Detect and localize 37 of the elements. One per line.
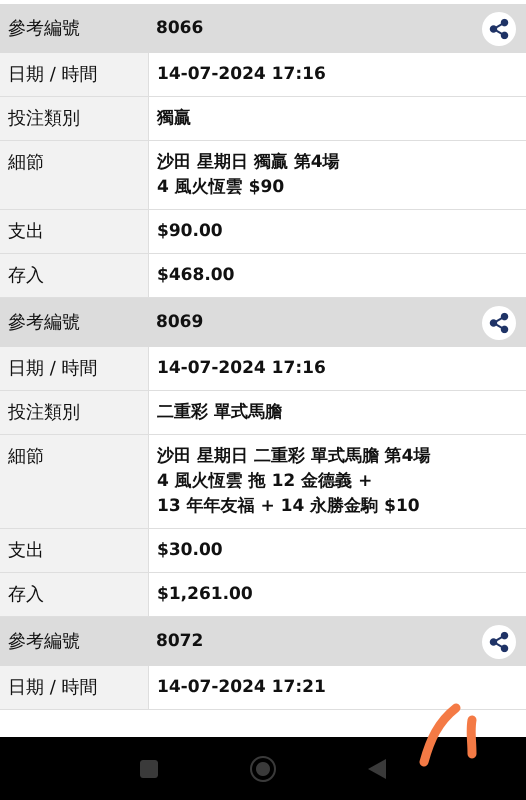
field-value: $468.00: [157, 264, 236, 287]
field-label: 日期 / 時間: [8, 358, 98, 379]
field-value: 獨贏: [157, 107, 192, 130]
field-value: 沙田 星期日 二重彩 單式馬膽 第4場: [157, 445, 432, 468]
field-value: $30.00: [157, 539, 224, 562]
field-label: 投注類別: [8, 108, 80, 129]
field-value: 14-07-2024 17:16: [157, 63, 327, 86]
field-value: 14-07-2024 17:21: [157, 676, 327, 699]
share-button[interactable]: [482, 12, 516, 46]
field-value: 二重彩 單式馬膽: [157, 401, 283, 424]
field-label: 支出: [8, 540, 44, 561]
field-label: 細節: [8, 152, 44, 173]
share-icon: [488, 18, 510, 40]
share-icon: [488, 630, 510, 652]
field-label: 支出: [8, 221, 44, 242]
reference-number: 8069: [156, 311, 204, 334]
field-value: $90.00: [157, 220, 224, 243]
field-value: $1,261.00: [157, 583, 254, 606]
field-label: 存入: [8, 265, 44, 286]
field-value: 14-07-2024 17:16: [157, 357, 327, 380]
share-button[interactable]: [482, 306, 516, 340]
reference-number: 8066: [156, 17, 204, 40]
field-label: 存入: [8, 584, 44, 605]
share-button[interactable]: [482, 624, 516, 658]
reference-number: 8072: [156, 630, 204, 653]
field-label: 參考編號: [8, 312, 80, 333]
field-value: 4 風火恆雲 $90: [157, 176, 286, 199]
field-label: 日期 / 時間: [8, 64, 98, 85]
field-value: 13 年年友福 + 14 永勝金駒 $10: [157, 495, 421, 518]
field-value: 4 風火恆雲 拖 12 金德義 +: [157, 470, 374, 493]
field-label: 參考編號: [8, 631, 80, 652]
field-label: 投注類別: [8, 402, 80, 423]
field-label: 細節: [8, 446, 44, 467]
field-label: 參考編號: [8, 18, 80, 39]
field-label: 日期 / 時間: [8, 677, 98, 698]
field-value: 沙田 星期日 獨贏 第4場: [157, 151, 341, 174]
share-icon: [488, 312, 510, 334]
